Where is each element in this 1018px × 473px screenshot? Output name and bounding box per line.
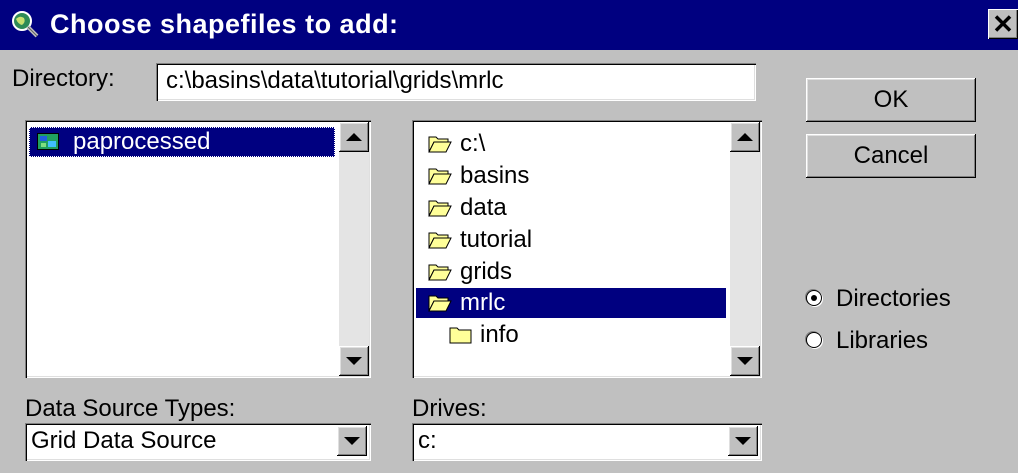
down-arrow-icon	[737, 357, 753, 365]
drives-label: Drives:	[412, 395, 487, 422]
cancel-label: Cancel	[853, 142, 929, 169]
data-source-types-label: Data Source Types:	[25, 395, 236, 422]
open-folder-icon	[428, 200, 452, 217]
folder-item-label: grids	[460, 258, 513, 285]
file-list[interactable]: paprocessed	[25, 120, 371, 378]
directory-path: c:\basins\data\tutorial\grids\mrlc	[166, 67, 504, 94]
list-item[interactable]: paprocessed	[29, 127, 335, 157]
open-folder-icon	[428, 232, 452, 249]
down-arrow-icon	[346, 357, 362, 365]
grid-layer-icon	[37, 133, 59, 150]
window-title: Choose shapefiles to add:	[50, 9, 399, 39]
file-list-scrollbar[interactable]	[339, 122, 369, 376]
directory-field[interactable]: c:\basins\data\tutorial\grids\mrlc	[156, 63, 756, 101]
scroll-down-button[interactable]	[339, 346, 369, 376]
chevron-down-icon	[735, 437, 751, 445]
open-folder-icon	[428, 136, 452, 153]
folder-item-basins[interactable]: basins	[416, 161, 726, 191]
data-source-value: Grid Data Source	[31, 427, 217, 454]
folder-item-grids[interactable]: grids	[416, 257, 726, 287]
folder-item-label: basins	[460, 162, 530, 189]
open-folder-icon	[428, 295, 452, 312]
dropdown-button[interactable]	[337, 426, 367, 456]
close-icon: ✕	[992, 9, 1014, 39]
folder-item-label: info	[480, 321, 519, 348]
up-arrow-icon	[737, 133, 753, 141]
folder-item-info[interactable]: info	[416, 320, 726, 350]
scroll-up-button[interactable]	[339, 122, 369, 152]
globe-magnifier-icon	[12, 11, 39, 38]
up-arrow-icon	[346, 133, 362, 141]
folder-item-tutorial[interactable]: tutorial	[416, 225, 726, 255]
ok-button[interactable]: OK	[806, 78, 976, 122]
dropdown-button[interactable]	[728, 426, 758, 456]
folder-item-label: tutorial	[460, 226, 533, 253]
scroll-down-button[interactable]	[730, 346, 760, 376]
title-bar[interactable]: Choose shapefiles to add:	[0, 0, 1018, 50]
closed-folder-icon	[449, 327, 472, 344]
libraries-radio-label[interactable]: Libraries	[836, 326, 928, 356]
cancel-button[interactable]: Cancel	[806, 134, 976, 178]
folder-item-root[interactable]: c:\	[416, 129, 726, 159]
directories-radio-label[interactable]: Directories	[836, 284, 951, 314]
directories-radio[interactable]	[806, 290, 822, 306]
open-folder-icon	[428, 264, 452, 281]
folder-item-mrlc[interactable]: mrlc	[416, 288, 726, 318]
radio-dot	[811, 295, 817, 301]
chevron-down-icon	[344, 437, 360, 445]
data-source-types-select[interactable]: Grid Data Source	[25, 423, 371, 461]
folder-item-data[interactable]: data	[416, 193, 726, 223]
libraries-radio[interactable]	[806, 332, 822, 348]
open-folder-icon	[428, 168, 452, 185]
folder-item-label: c:\	[460, 130, 486, 157]
scroll-up-button[interactable]	[730, 122, 760, 152]
close-button[interactable]: ✕	[988, 9, 1018, 39]
folder-list[interactable]: c:\ basins data tutorial grids mrlc info	[412, 120, 762, 378]
folder-item-label: mrlc	[460, 289, 506, 316]
drives-value: c:	[418, 427, 437, 454]
directory-label: Directory:	[12, 65, 115, 92]
folder-list-scrollbar[interactable]	[730, 122, 760, 376]
folder-item-label: data	[460, 194, 507, 221]
drives-select[interactable]: c:	[412, 423, 762, 461]
ok-label: OK	[873, 86, 909, 113]
file-item-label: paprocessed	[73, 128, 211, 155]
